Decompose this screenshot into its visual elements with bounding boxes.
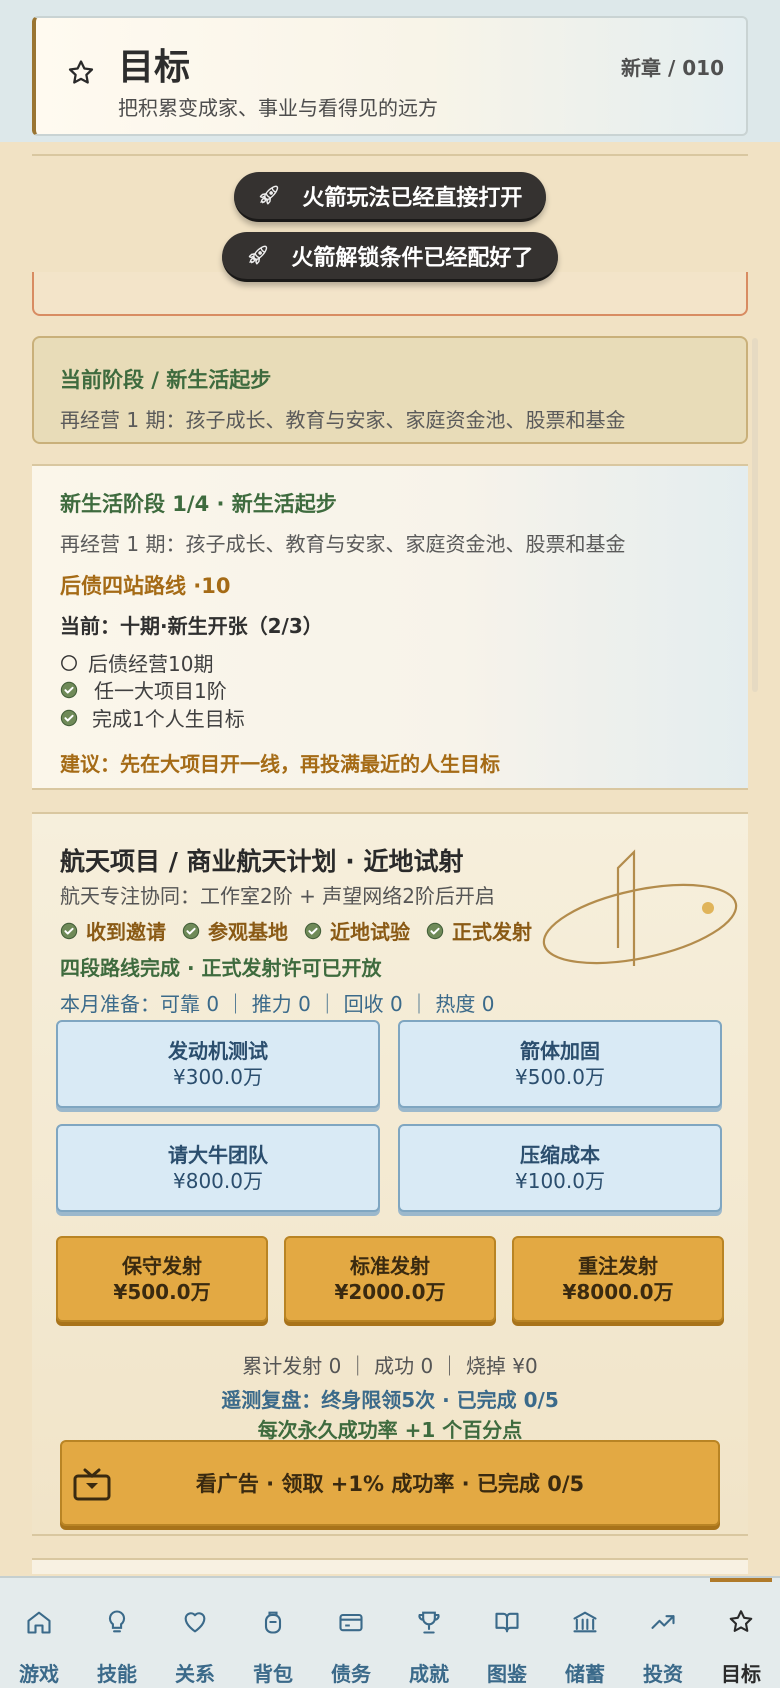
hull-reinforce-button[interactable]: 箭体加固 ¥500.0万 (398, 1020, 722, 1108)
page-subtitle: 把积累变成家、事业与看得见的远方 (118, 96, 438, 120)
next-card-edge (32, 1558, 748, 1574)
check-circle-icon (182, 922, 200, 939)
engine-test-button[interactable]: 发动机测试 ¥300.0万 (56, 1020, 380, 1108)
current-stage-card: 当前阶段 / 新生活起步 再经营 1 期：孩子成长、教育与安家、家庭资金池、股票… (32, 336, 748, 444)
bank-icon (573, 1611, 597, 1633)
book-icon (495, 1612, 519, 1633)
step-item: 收到邀请 (60, 916, 166, 945)
hire-team-button[interactable]: 请大牛团队 ¥800.0万 (56, 1124, 380, 1212)
header-area: 目标 把积累变成家、事业与看得见的远方 新章 / 010 (0, 0, 780, 142)
task-item: 任一大项目1阶 (60, 675, 227, 704)
step-item: 近地试验 (304, 916, 410, 945)
card-icon (339, 1613, 363, 1632)
step-item: 参观基地 (182, 916, 288, 945)
rocket-icon: 🚀︎ (246, 245, 270, 266)
bottom-nav: 游戏 技能 关系 背包 债务 成就 图鉴 储蓄 投资 目标 (0, 1576, 780, 1688)
check-circle-icon (304, 922, 322, 939)
check-circle-icon (60, 709, 78, 726)
nav-item-relations[interactable]: 关系 (156, 1578, 234, 1688)
watch-ad-button[interactable]: 看广告 · 领取 +1% 成功率 · 已完成 0/5 (60, 1440, 720, 1526)
lightbulb-icon (108, 1610, 126, 1633)
nav-item-debt[interactable]: 债务 (312, 1578, 390, 1688)
route-complete-text: 四段路线完成 · 正式发射许可已开放 (60, 956, 382, 980)
standard-launch-button[interactable]: 标准发射 ¥2000.0万 (284, 1236, 496, 1322)
star-icon (68, 60, 94, 84)
task-item: 后债经营10期 (60, 648, 213, 677)
telemetry-review: 遥测复盘：终身限领5次 · 已完成 0/5 (221, 1388, 559, 1412)
nav-item-codex[interactable]: 图鉴 (468, 1578, 546, 1688)
launch-stats: 累计发射 0 ｜ 成功 0 ｜ 烧掉 ¥0 (242, 1354, 538, 1378)
check-circle-icon (426, 922, 444, 939)
nav-item-goals[interactable]: 目标 (702, 1578, 780, 1688)
star-icon (729, 1610, 753, 1632)
nav-item-skills[interactable]: 技能 (78, 1578, 156, 1688)
task-item: 完成1个人生目标 (60, 703, 245, 732)
life-stage-title: 新生活阶段 1/4 · 新生活起步 (60, 492, 337, 516)
toast-text: 火箭玩法已经直接打开 (302, 185, 523, 211)
check-circle-icon (60, 681, 78, 698)
backpack-icon (264, 1611, 282, 1634)
nav-item-achievements[interactable]: 成就 (390, 1578, 468, 1688)
aerospace-project-card: 航天项目 / 商业航天计划 · 近地试射 航天专注协同：工作室2阶 + 声望网络… (32, 812, 748, 1536)
scrollbar[interactable] (752, 338, 758, 692)
life-stage-card: 新生活阶段 1/4 · 新生活起步 再经营 1 期：孩子成长、教育与安家、家庭资… (32, 464, 748, 790)
route-current: 当前：十期·新生开张（2/3） (60, 614, 323, 638)
aero-steps: 收到邀请 参观基地 近地试验 正式发射 (60, 916, 532, 945)
rocket-icon: 🚀︎ (257, 185, 281, 206)
toast-rocket-unlock: 🚀︎ 火箭解锁条件已经配好了 (222, 232, 558, 282)
toast-rocket-open: 🚀︎ 火箭玩法已经直接打开 (234, 172, 546, 222)
aero-title: 航天项目 / 商业航天计划 · 近地试射 (60, 847, 464, 876)
rocket-orbit-illustration (542, 849, 738, 966)
nav-item-game[interactable]: 游戏 (0, 1578, 78, 1688)
divider (32, 154, 748, 156)
toast-text: 火箭解锁条件已经配好了 (291, 245, 534, 271)
nav-item-savings[interactable]: 储蓄 (546, 1578, 624, 1688)
trophy-icon (418, 1611, 440, 1634)
aero-subtitle: 航天专注协同：工作室2阶 + 声望网络2阶后开启 (60, 884, 495, 908)
advice-text: 建议：先在大项目开一线，再投满最近的人生目标 (60, 752, 500, 776)
trend-icon (651, 1615, 675, 1629)
heavy-launch-button[interactable]: 重注发射 ¥8000.0万 (512, 1236, 724, 1322)
conservative-launch-button[interactable]: 保守发射 ¥500.0万 (56, 1236, 268, 1322)
nav-item-backpack[interactable]: 背包 (234, 1578, 312, 1688)
stage-desc: 再经营 1 期：孩子成长、教育与安家、家庭资金池、股票和基金 (60, 408, 626, 432)
monthly-prep-status: 本月准备：可靠 0 ｜ 推力 0 ｜ 回收 0 ｜ 热度 0 (60, 992, 495, 1016)
nav-item-invest[interactable]: 投资 (624, 1578, 702, 1688)
step-item: 正式发射 (426, 916, 532, 945)
goal-header-card: 目标 把积累变成家、事业与看得见的远方 新章 / 010 (32, 16, 748, 136)
cut-cost-button[interactable]: 压缩成本 ¥100.0万 (398, 1124, 722, 1212)
route-title: 后债四站路线 ·10 (60, 574, 231, 598)
success-bonus-text: 每次永久成功率 +1 个百分点 (257, 1418, 523, 1442)
stage-title: 当前阶段 / 新生活起步 (60, 368, 272, 392)
tv-ad-icon (73, 1468, 111, 1501)
life-stage-desc: 再经营 1 期：孩子成长、教育与安家、家庭资金池、股票和基金 (60, 532, 626, 556)
chapter-label: 新章 / 010 (621, 56, 724, 80)
circle-empty-icon (61, 654, 77, 671)
home-icon (27, 1611, 51, 1634)
page-title: 目标 (118, 47, 191, 88)
check-circle-icon (60, 922, 78, 939)
heart-icon (184, 1612, 206, 1633)
